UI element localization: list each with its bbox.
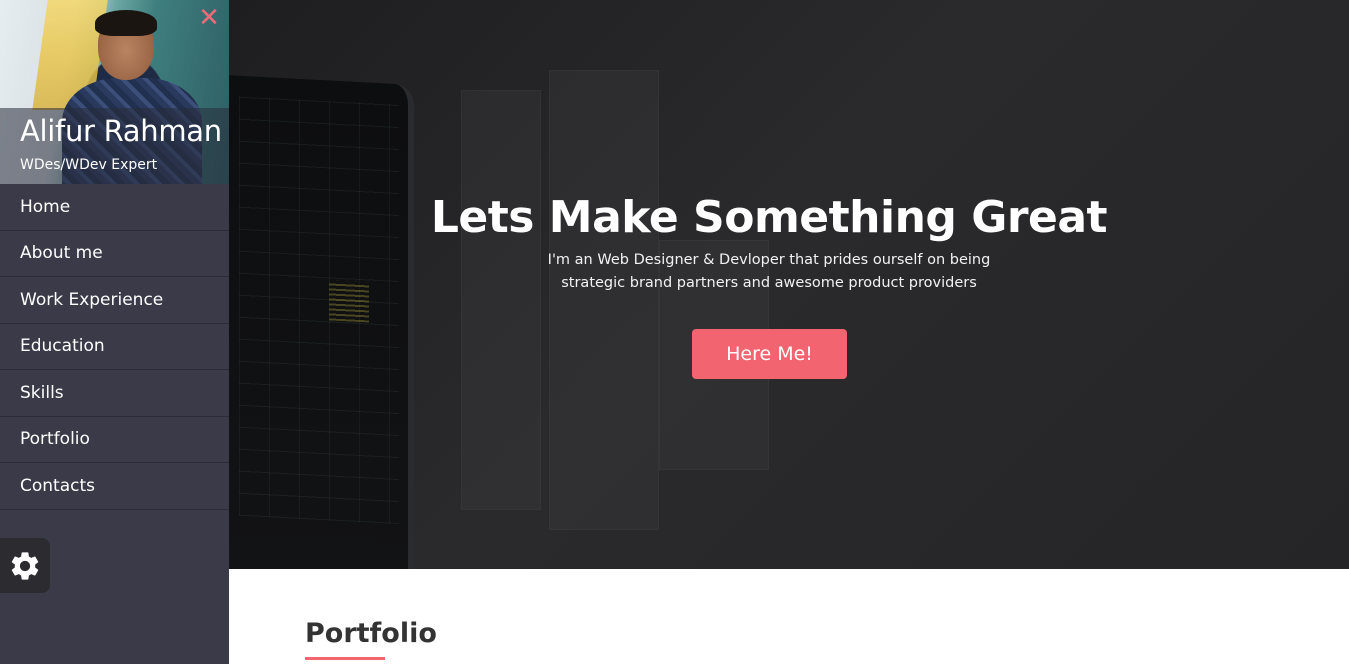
sidebar-item-label: Education [20,336,105,357]
close-icon[interactable]: ✕ [197,5,221,31]
hero-background-laptop [229,75,414,569]
sidebar-item-education[interactable]: Education [0,324,229,370]
sidebar-item-about-me[interactable]: About me [0,231,229,277]
portfolio-section-title: Portfolio [305,618,437,649]
hero-background-panel [461,90,541,510]
sidebar-item-label: Contacts [20,475,95,496]
hero-title: Lets Make Something Great [430,192,1108,243]
sidebar-item-work-experience[interactable]: Work Experience [0,277,229,324]
sidebar-item-home[interactable]: Home [0,184,229,231]
sidebar-item-portfolio[interactable]: Portfolio [0,417,229,463]
hero-background-panel [549,70,659,530]
hero-subtitle-line: I'm an Web Designer & Devloper that prid… [547,252,991,268]
gear-icon [11,551,39,580]
sidebar-item-label: Home [20,196,71,217]
profile-photo-hair [95,10,157,36]
sidebar-item-label: About me [20,243,103,264]
hero-subtitle-line: strategic brand partners and awesome pro… [561,275,977,291]
sidebar-item-contacts[interactable]: Contacts [0,463,229,510]
sidebar-item-label: Skills [20,382,64,403]
sidebar-nav: Home About me Work Experience Education … [0,184,229,510]
settings-button[interactable] [0,538,50,593]
hero-section: Lets Make Something Great I'm an Web Des… [229,0,1349,569]
profile-header: ✕ Alifur Rahman WDes/WDev Expert [0,0,229,184]
sidebar-item-skills[interactable]: Skills [0,370,229,417]
section-title-underline [305,657,385,660]
sidebar: ✕ Alifur Rahman WDes/WDev Expert Home Ab… [0,0,229,664]
here-me-button[interactable]: Here Me! [692,329,847,379]
profile-role: WDes/WDev Expert [20,157,158,173]
sidebar-item-label: Portfolio [20,429,90,450]
sidebar-item-label: Work Experience [20,289,164,310]
profile-name: Alifur Rahman [20,114,222,148]
hero-subtitle: I'm an Web Designer & Devloper that prid… [229,249,1309,295]
